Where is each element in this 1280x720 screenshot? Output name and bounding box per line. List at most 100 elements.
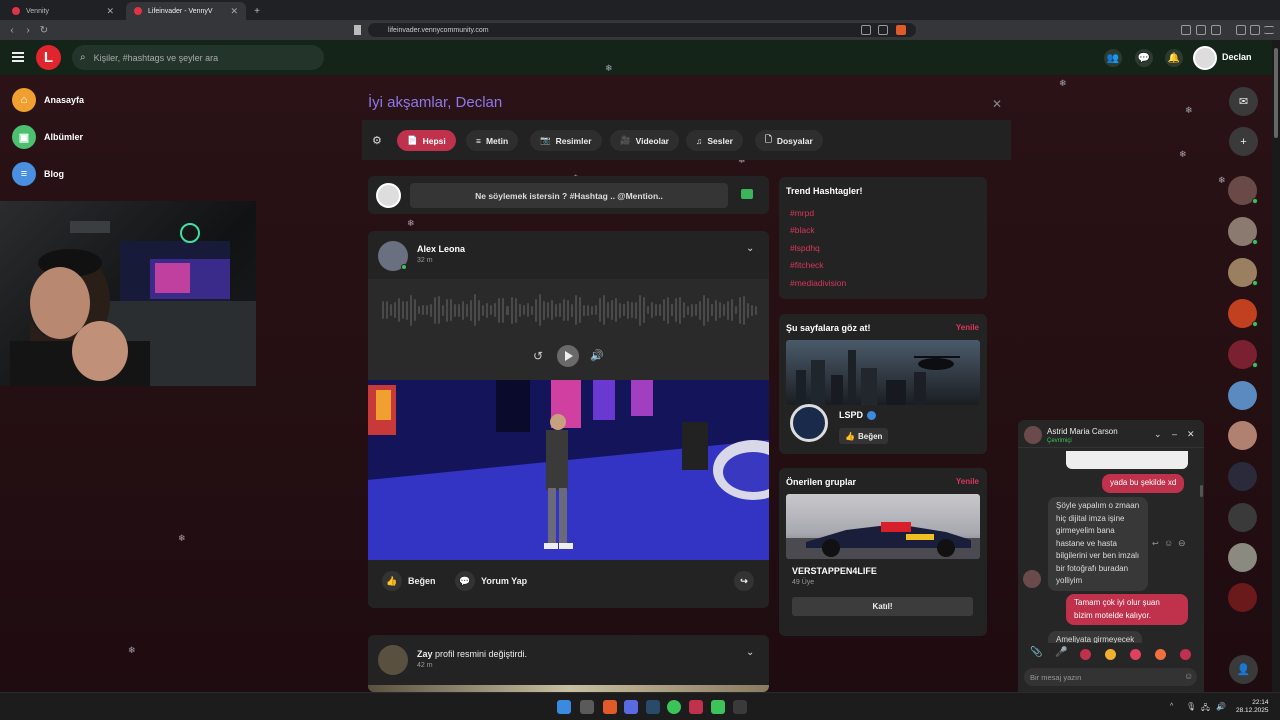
chat-header[interactable]: Astrid Maria Carson Çevrimiçi ⌄ – ✕ — [1018, 420, 1204, 448]
sidebar-item-albumler[interactable]: ▣ Albümler — [12, 125, 83, 149]
chevron-down-icon[interactable]: ⌄ — [746, 647, 754, 658]
address-bar[interactable]: lifeinvader.vennycommunity.com — [368, 23, 916, 37]
contact-avatar[interactable] — [1228, 176, 1258, 205]
like-button[interactable]: 👍 Beğen — [382, 571, 436, 591]
lspd-seal-avatar[interactable] — [790, 404, 828, 442]
browser-tab-lifeinvader[interactable]: Lifeinvader - VennyV ✕ — [126, 2, 246, 20]
hashtag-link[interactable]: #black — [790, 225, 815, 235]
post-image[interactable] — [368, 380, 769, 560]
discord-icon[interactable] — [624, 700, 638, 714]
chat-message-input[interactable] — [1024, 668, 1197, 686]
hashtag-link[interactable]: #lspdhq — [790, 243, 820, 253]
chevron-down-icon[interactable]: ⌄ — [1154, 429, 1162, 440]
post-image[interactable] — [368, 685, 769, 692]
add-friend-icon[interactable]: + — [1229, 127, 1258, 156]
media-icon[interactable] — [1236, 25, 1246, 35]
filter-settings-icon[interactable]: ⚙ — [372, 134, 382, 147]
join-group-button[interactable]: Katıl! — [792, 597, 973, 616]
app-icon[interactable] — [711, 700, 725, 714]
share-icon[interactable] — [878, 25, 888, 35]
zoom-icon[interactable] — [861, 25, 871, 35]
avatar[interactable] — [378, 645, 408, 675]
menu-icon[interactable] — [1264, 26, 1274, 34]
rewind-icon[interactable]: ↺ — [533, 349, 543, 363]
contact-avatar[interactable] — [1228, 421, 1257, 450]
reply-icon[interactable]: ↩ — [1152, 539, 1159, 548]
record-icon[interactable] — [1080, 649, 1091, 660]
spotify-icon[interactable] — [667, 700, 681, 714]
contact-avatar[interactable] — [1228, 583, 1257, 612]
close-icon[interactable]: ✕ — [1187, 429, 1195, 440]
brave-browser-icon[interactable] — [603, 700, 617, 714]
hashtag-link[interactable]: #mediadivision — [790, 278, 846, 288]
close-icon[interactable]: ✕ — [106, 6, 114, 17]
contact-avatar[interactable] — [1228, 258, 1258, 287]
filter-audio[interactable]: ♫ Sesler — [686, 130, 743, 151]
emoji-icon[interactable]: ☺ — [1184, 671, 1193, 681]
scrollbar-thumb[interactable] — [1274, 48, 1278, 138]
filter-files[interactable]: 🗋 Dosyalar — [755, 130, 823, 151]
user-avatar[interactable] — [1193, 46, 1217, 70]
chevron-down-icon[interactable]: ⌄ — [746, 243, 754, 254]
camera-icon[interactable] — [741, 189, 753, 199]
steam-icon[interactable] — [646, 700, 660, 714]
refresh-button[interactable]: Yenile — [956, 477, 979, 486]
extension-icon[interactable] — [1181, 25, 1191, 35]
contact-avatar[interactable] — [1228, 462, 1257, 491]
system-clock[interactable]: 22:14 28.12.2025 — [1236, 699, 1269, 715]
search-input[interactable] — [93, 52, 304, 63]
sidebar-item-blog[interactable]: ≡ Blog — [12, 162, 64, 186]
sidebar-icon[interactable] — [1250, 25, 1260, 35]
contact-avatar[interactable] — [1228, 340, 1258, 369]
forward-icon[interactable]: › — [20, 25, 36, 36]
filter-videos[interactable]: 🎥 Videolar — [610, 130, 679, 151]
filter-images[interactable]: 📷 Resimler — [530, 130, 602, 151]
people-icon[interactable]: 👥 — [1104, 49, 1122, 67]
contact-avatar[interactable] — [1228, 503, 1257, 532]
volume-icon[interactable]: 🔊 — [590, 349, 604, 362]
page-scrollbar[interactable] — [1272, 40, 1280, 692]
composer-input[interactable]: Ne söylemek istersin ? #Hashtag .. @Ment… — [410, 183, 728, 208]
audio-waveform[interactable] — [382, 291, 758, 329]
attachment-icon[interactable]: 📎 — [1030, 647, 1042, 658]
chat-scrollbar[interactable] — [1200, 485, 1203, 497]
windows-start-icon[interactable] — [557, 700, 571, 714]
post-author[interactable]: Alex Leona — [417, 244, 465, 254]
minimize-icon[interactable]: – — [1172, 429, 1177, 439]
chat-contact-name[interactable]: Astrid Maria Carson — [1047, 427, 1118, 436]
chat-image-attachment[interactable] — [1066, 451, 1188, 469]
people-settings-icon[interactable]: 👤 — [1229, 655, 1258, 684]
new-message-icon[interactable]: ✉ — [1229, 87, 1258, 116]
microphone-icon[interactable]: 🎤 — [1055, 647, 1067, 658]
app-icon[interactable] — [733, 700, 747, 714]
hamburger-menu-icon[interactable] — [12, 52, 24, 62]
search-icon[interactable] — [580, 700, 594, 714]
contact-avatar[interactable] — [1228, 217, 1258, 246]
hashtag-link[interactable]: #mrpd — [790, 208, 814, 218]
bell-icon[interactable]: 🔔 — [1165, 49, 1183, 67]
contact-avatar[interactable] — [1228, 299, 1258, 328]
hashtag-link[interactable]: #fitcheck — [790, 260, 824, 270]
tray-expand-icon[interactable]: ^ — [1170, 703, 1173, 710]
play-button[interactable] — [557, 345, 579, 367]
close-icon[interactable]: ✕ — [992, 97, 1002, 111]
page-name[interactable]: LSPD — [839, 410, 877, 420]
extension-icon[interactable] — [1211, 25, 1221, 35]
emoji-laugh-icon[interactable] — [1105, 649, 1116, 660]
network-icon[interactable]: 🖧 — [1201, 702, 1210, 716]
more-icon[interactable]: ⊖ — [1178, 538, 1186, 549]
new-tab-button[interactable]: + — [250, 2, 264, 20]
search-box[interactable]: ⌕ — [72, 45, 324, 70]
group-banner[interactable] — [786, 494, 980, 559]
chat-icon[interactable]: 💬 — [1135, 49, 1153, 67]
refresh-button[interactable]: Yenile — [956, 323, 979, 332]
bookmark-icon[interactable] — [354, 25, 361, 35]
emoji-sad-icon[interactable] — [1155, 649, 1166, 660]
emoji-love-icon[interactable] — [1130, 649, 1141, 660]
lifeinvader-logo[interactable]: L — [36, 45, 61, 70]
sidebar-item-anasayfa[interactable]: ⌂ Anasayfa — [12, 88, 84, 112]
comment-button[interactable]: 💬 Yorum Yap — [455, 571, 527, 591]
emoji-icon[interactable]: ☺ — [1164, 538, 1173, 548]
page-banner[interactable] — [786, 340, 980, 405]
volume-icon[interactable]: 🔊 — [1216, 702, 1226, 711]
